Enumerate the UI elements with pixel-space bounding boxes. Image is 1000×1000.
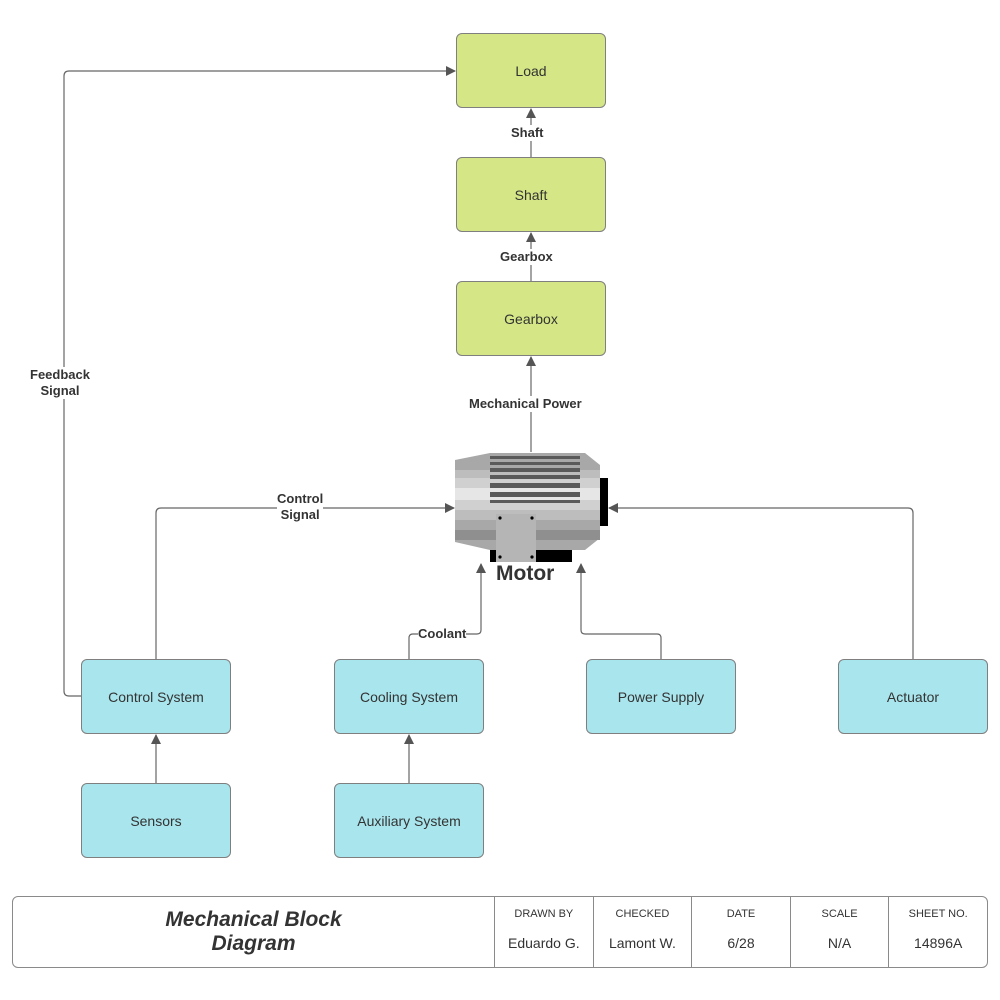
- block-control-system[interactable]: Control System: [81, 659, 231, 734]
- electric-motor-icon: [455, 453, 608, 562]
- title-block-scale: SCALE N/A: [789, 897, 889, 967]
- cell-header: SHEET NO.: [908, 908, 968, 920]
- cell-value: Lamont W.: [608, 935, 676, 951]
- cell-value: 14896A: [914, 935, 963, 951]
- block-label: Load: [515, 62, 547, 79]
- edge-coolant: [408, 563, 486, 659]
- edge-label-control-signal: Control Signal: [277, 491, 324, 523]
- edge-label-line: Feedback: [30, 367, 90, 382]
- block-label: Gearbox: [504, 310, 558, 327]
- block-sensors[interactable]: Sensors: [81, 783, 231, 858]
- block-label: Power Supply: [617, 688, 705, 705]
- block-power-supply[interactable]: Power Supply: [586, 659, 736, 734]
- cell-header: DRAWN BY: [514, 908, 574, 920]
- edge-label-gearbox: Gearbox: [500, 249, 553, 265]
- block-label: Sensors: [130, 812, 182, 829]
- edge-label-coolant: Coolant: [418, 626, 467, 642]
- block-label: Auxiliary System: [357, 812, 461, 829]
- block-label: Shaft: [514, 186, 548, 203]
- cell-value: Eduardo G.: [508, 935, 580, 951]
- edge-feedback: [63, 66, 456, 697]
- edge-label-line: Signal: [280, 507, 320, 522]
- block-label: Control System: [108, 688, 204, 705]
- block-label: Cooling System: [359, 688, 459, 705]
- edge-label-mechanical-power: Mechanical Power: [469, 396, 582, 412]
- edge-actuator: [608, 503, 914, 659]
- block-gearbox[interactable]: Gearbox: [456, 281, 606, 356]
- edge-label-line: Signal: [40, 383, 80, 398]
- edge-label-shaft: Shaft: [511, 125, 544, 141]
- edge-power-supply: [576, 563, 662, 659]
- cell-value: 6/28: [727, 935, 755, 951]
- title-block-date: DATE 6/28: [691, 897, 790, 967]
- block-cooling-system[interactable]: Cooling System: [334, 659, 484, 734]
- block-load[interactable]: Load: [456, 33, 606, 108]
- diagram-title: Mechanical Block Diagram: [13, 897, 494, 967]
- title-block-drawn-by: DRAWN BY Eduardo G.: [494, 897, 593, 967]
- cell-header: CHECKED: [615, 908, 670, 920]
- title-block-checked: CHECKED Lamont W.: [592, 897, 692, 967]
- block-actuator[interactable]: Actuator: [838, 659, 988, 734]
- cell-header: SCALE: [821, 908, 858, 920]
- cell-value: N/A: [827, 935, 852, 951]
- block-shaft[interactable]: Shaft: [456, 157, 606, 232]
- edge-label-line: Control: [277, 491, 324, 506]
- title-block-sheet-no: SHEET NO. 14896A: [888, 897, 987, 967]
- edge-label-feedback-signal: Feedback Signal: [30, 367, 90, 399]
- block-label: Actuator: [886, 688, 940, 705]
- title-line: Mechanical Block: [165, 908, 342, 931]
- block-auxiliary-system[interactable]: Auxiliary System: [334, 783, 484, 858]
- motor-label: Motor: [496, 562, 555, 585]
- title-line: Diagram: [211, 932, 296, 955]
- title-block: Mechanical Block Diagram DRAWN BY Eduardo …: [12, 896, 988, 968]
- cell-header: DATE: [726, 908, 756, 920]
